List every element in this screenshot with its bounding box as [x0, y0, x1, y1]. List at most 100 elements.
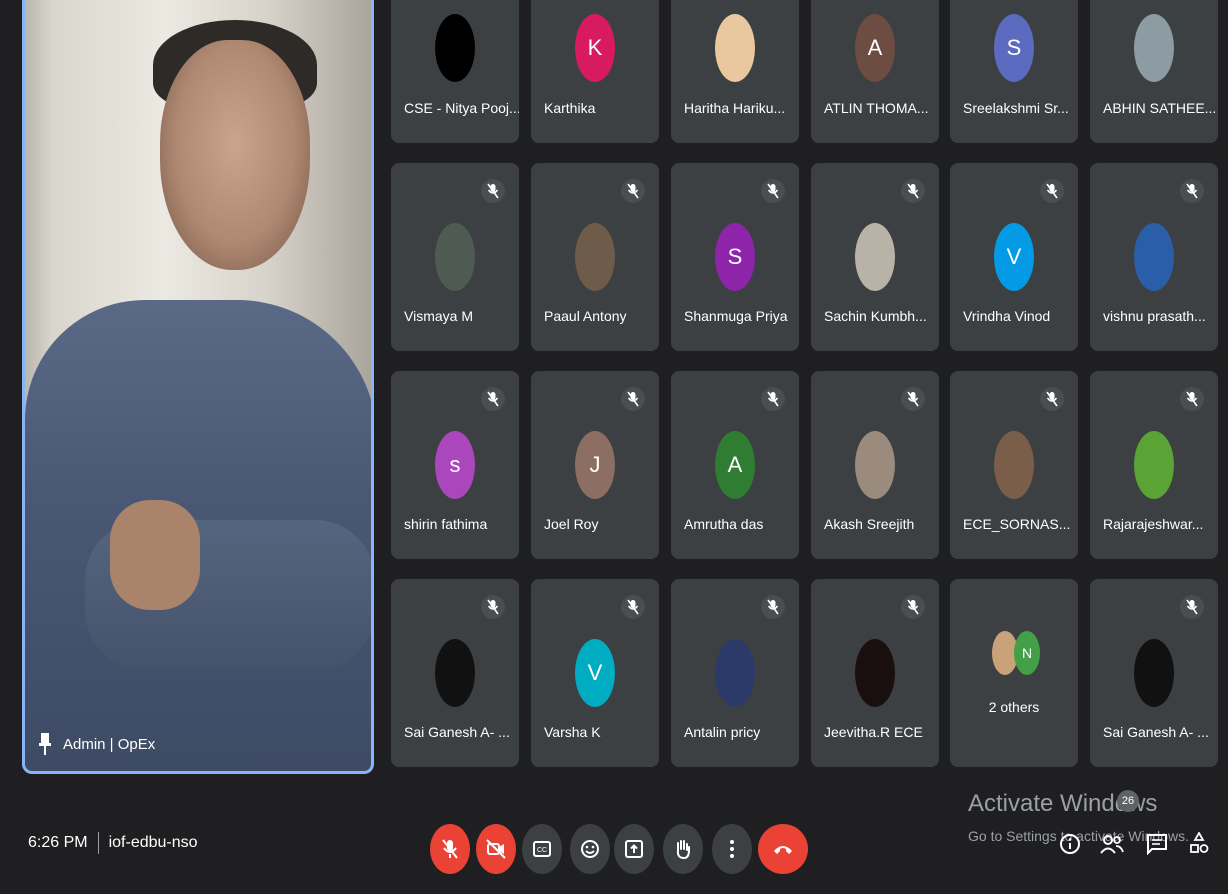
raise-hand-icon	[676, 840, 690, 860]
mic-muted-icon	[901, 179, 925, 203]
participant-name: vishnu prasath...	[1103, 308, 1206, 324]
participant-tile[interactable]: Sai Ganesh A- ...	[1090, 579, 1218, 767]
emoji-icon	[581, 840, 599, 858]
participant-tile[interactable]: J Joel Roy	[531, 371, 659, 559]
participant-tile[interactable]: A ATLIN THOMA...	[811, 0, 939, 143]
participant-avatar	[855, 223, 895, 291]
other-participant-avatar: N	[1014, 631, 1040, 675]
participant-name: Joel Roy	[544, 516, 599, 532]
participant-tile[interactable]: Sachin Kumbh...	[811, 163, 939, 351]
participant-tile[interactable]: Haritha Hariku...	[671, 0, 799, 143]
mic-muted-icon	[901, 387, 925, 411]
mic-muted-icon	[481, 595, 505, 619]
participant-tile[interactable]: ECE_SORNAS...	[950, 371, 1078, 559]
participant-avatar: V	[575, 639, 615, 707]
meeting-details: 6:26 PM iof-edbu-nso	[28, 832, 198, 854]
mic-muted-icon	[1180, 595, 1204, 619]
chat-button[interactable]	[1143, 830, 1171, 858]
participant-name: Antalin pricy	[684, 724, 761, 740]
participant-avatar: K	[575, 14, 615, 82]
participant-avatar	[1134, 431, 1174, 499]
participant-name: Sreelakshmi Sr...	[963, 100, 1069, 116]
participant-name: 2 others	[988, 699, 1040, 715]
captions-button[interactable]: CC	[522, 824, 562, 874]
participant-avatar: S	[994, 14, 1034, 82]
participant-tile[interactable]: Jeevitha.R ECE	[811, 579, 939, 767]
participant-avatar	[435, 14, 475, 82]
participant-name: Sai Ganesh A- ...	[404, 724, 510, 740]
reactions-button[interactable]	[570, 824, 610, 874]
participant-tile[interactable]: Sai Ganesh A- ...	[391, 579, 519, 767]
people-icon	[1100, 835, 1124, 854]
pinned-participant-tile[interactable]: Admin | OpEx	[22, 0, 374, 774]
participant-tile[interactable]: vishnu prasath...	[1090, 163, 1218, 351]
meeting-code: iof-edbu-nso	[108, 834, 198, 851]
person-hand	[110, 500, 200, 610]
participant-avatar: A	[715, 431, 755, 499]
participant-avatar	[435, 223, 475, 291]
mic-muted-icon	[621, 387, 645, 411]
participant-avatar: s	[435, 431, 475, 499]
hang-up-icon	[774, 846, 792, 854]
mic-muted-icon	[481, 179, 505, 203]
participant-avatar: S	[715, 223, 755, 291]
pinned-label: Admin | OpEx	[39, 733, 155, 755]
people-button[interactable]	[1098, 830, 1126, 858]
participant-avatar	[575, 223, 615, 291]
pinned-participant-name: Admin | OpEx	[63, 735, 156, 753]
participant-avatar	[435, 639, 475, 707]
captions-icon: CC	[533, 841, 551, 857]
mic-muted-icon	[1180, 179, 1204, 203]
participant-tile[interactable]: ABHIN SATHEE...	[1090, 0, 1218, 143]
info-icon	[1060, 834, 1080, 854]
participant-name: Akash Sreejith	[824, 516, 915, 532]
svg-text:CC: CC	[537, 847, 547, 854]
participant-avatar	[715, 639, 755, 707]
more-options-button[interactable]	[712, 824, 752, 874]
participant-tile[interactable]: Vismaya M	[391, 163, 519, 351]
mic-muted-icon	[761, 595, 785, 619]
participant-name: Sai Ganesh A- ...	[1103, 724, 1209, 740]
participant-avatar	[855, 431, 895, 499]
participant-name: Sachin Kumbh...	[824, 308, 927, 324]
participant-tile[interactable]: Rajarajeshwar...	[1090, 371, 1218, 559]
participant-name: Jeevitha.R ECE	[824, 724, 923, 740]
participant-tile[interactable]: S Sreelakshmi Sr...	[950, 0, 1078, 143]
participant-name: CSE - Nitya Pooj...	[404, 100, 519, 116]
leave-call-button[interactable]	[758, 824, 808, 874]
mic-muted-icon	[1180, 387, 1204, 411]
participant-tile[interactable]: V Varsha K	[531, 579, 659, 767]
participant-tile[interactable]: S Shanmuga Priya	[671, 163, 799, 351]
mic-muted-icon	[621, 179, 645, 203]
participant-tile[interactable]: K Karthika	[531, 0, 659, 143]
participant-avatar	[994, 431, 1034, 499]
participant-tile[interactable]: N 2 others	[950, 579, 1078, 767]
participant-name: Amrutha das	[684, 516, 764, 532]
person-head	[160, 40, 310, 270]
participant-avatar	[1134, 223, 1174, 291]
participant-name: Varsha K	[544, 724, 601, 740]
activities-icon	[1190, 832, 1209, 853]
participant-tile[interactable]: V Vrindha Vinod	[950, 163, 1078, 351]
participant-name: Vrindha Vinod	[963, 308, 1051, 324]
participant-tile[interactable]: Paaul Antony	[531, 163, 659, 351]
activities-button[interactable]	[1185, 830, 1213, 858]
participant-avatar	[855, 639, 895, 707]
mic-off-button[interactable]	[430, 824, 470, 874]
participants-count-badge: 26	[1117, 790, 1139, 812]
participant-tile[interactable]: s shirin fathima	[391, 371, 519, 559]
present-screen-button[interactable]	[614, 824, 654, 874]
chat-icon	[1147, 834, 1167, 855]
meeting-details-button[interactable]	[1056, 830, 1084, 858]
participant-tile[interactable]: Antalin pricy	[671, 579, 799, 767]
participant-avatar: A	[855, 14, 895, 82]
participant-tile[interactable]: Akash Sreejith	[811, 371, 939, 559]
participant-tile[interactable]: CSE - Nitya Pooj...	[391, 0, 519, 143]
raise-hand-button[interactable]	[663, 824, 703, 874]
participant-avatar	[715, 14, 755, 82]
participant-tile[interactable]: A Amrutha das	[671, 371, 799, 559]
mic-muted-icon	[901, 595, 925, 619]
participant-name: Haritha Hariku...	[684, 100, 786, 116]
pin-icon[interactable]	[39, 733, 51, 755]
camera-off-button[interactable]	[476, 824, 516, 874]
